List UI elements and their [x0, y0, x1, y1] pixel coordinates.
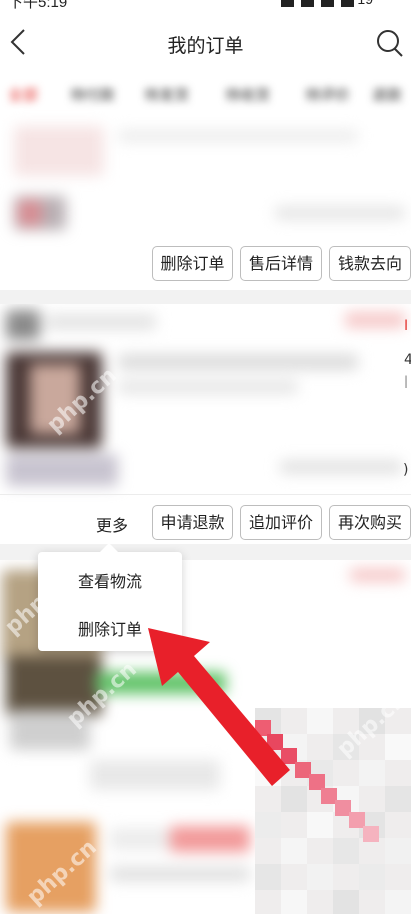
tab-pending-payment[interactable]: 待付款 — [70, 84, 115, 108]
order-tabs: 全部 待付款 待发货 待收货 待评价 退款 — [0, 76, 411, 110]
red-arrow-annotation — [148, 628, 290, 786]
order-2-qty-edge: | — [404, 374, 409, 388]
wifi-icon — [300, 0, 314, 7]
buy-again-button[interactable]: 再次购买 — [329, 505, 411, 540]
after-sales-button[interactable]: 售后详情 — [240, 246, 322, 281]
tab-refund[interactable]: 退款 — [372, 84, 402, 108]
order-card-1: 删除订单 售后详情 钱款去向 — [0, 110, 411, 290]
search-icon[interactable] — [375, 26, 405, 60]
alarm-icon — [280, 0, 294, 7]
refund-status-button[interactable]: 钱款去向 — [329, 246, 411, 281]
order-2-price-edge: 4 — [404, 352, 411, 368]
tab-pending-receipt[interactable]: 待收货 — [225, 84, 270, 108]
status-right: 19 — [278, 0, 373, 7]
battery-icon — [340, 0, 354, 7]
status-time: 下午5:19 — [8, 0, 68, 10]
order-2-total-edge: ) — [403, 462, 409, 478]
tab-all[interactable]: 全部 — [8, 84, 38, 108]
delete-order-button[interactable]: 删除订单 — [152, 246, 233, 281]
page-title: 我的订单 — [167, 35, 244, 57]
apply-refund-button[interactable]: 申请退款 — [152, 505, 233, 540]
signal-icon — [320, 0, 334, 7]
divider — [0, 494, 411, 495]
tab-pending-shipment[interactable]: 待发货 — [144, 84, 189, 108]
more-button[interactable]: 更多 — [96, 512, 128, 536]
add-review-button[interactable]: 追加评价 — [240, 505, 322, 540]
status-bar: 下午5:19 19 — [0, 0, 411, 10]
battery-level: 19 — [357, 0, 373, 7]
tab-pending-review[interactable]: 待评价 — [305, 84, 350, 108]
app-header: 我的订单 — [0, 10, 411, 76]
order-2-status-edge: I — [404, 318, 409, 334]
